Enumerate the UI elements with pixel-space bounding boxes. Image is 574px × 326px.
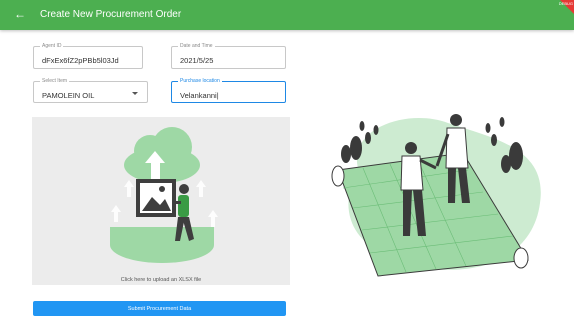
purchase-location-value: Velankanni| bbox=[180, 91, 219, 100]
submit-button[interactable]: Submit Procurement Data bbox=[33, 301, 286, 316]
upload-illustration bbox=[110, 127, 218, 263]
agent-id-label: Agent ID bbox=[40, 43, 64, 49]
debug-ribbon: DEBUG bbox=[559, 0, 574, 14]
upload-hint-text: Click here to upload an XLSX file bbox=[120, 277, 202, 283]
arrow-back-icon[interactable]: ← bbox=[12, 6, 28, 22]
select-item-label: Select Item bbox=[40, 78, 70, 84]
agent-id-field[interactable]: Agent ID dFxEx6fZ2pPBb5l03Jd bbox=[33, 43, 143, 69]
purchase-location-label: Purchase location bbox=[178, 78, 222, 84]
date-time-label: Date and Time bbox=[178, 43, 215, 49]
agent-id-value: dFxEx6fZ2pPBb5l03Jd bbox=[42, 56, 119, 65]
select-item-value: PAMOLEIN OIL bbox=[42, 91, 95, 100]
app-bar: ← Create New Procurement Order bbox=[0, 0, 574, 30]
handshake-illustration bbox=[331, 114, 541, 277]
dropdown-arrow-icon[interactable] bbox=[132, 92, 138, 95]
page-title: Create New Procurement Order bbox=[40, 9, 182, 20]
purchase-location-input[interactable]: Purchase location Velankanni| bbox=[171, 78, 286, 103]
select-item-dropdown[interactable]: Select Item PAMOLEIN OIL bbox=[33, 78, 148, 103]
date-time-value: 2021/5/25 bbox=[180, 56, 214, 65]
upload-area[interactable]: Click here to upload an XLSX file bbox=[32, 117, 290, 285]
date-time-field[interactable]: Date and Time 2021/5/25 bbox=[171, 43, 286, 69]
